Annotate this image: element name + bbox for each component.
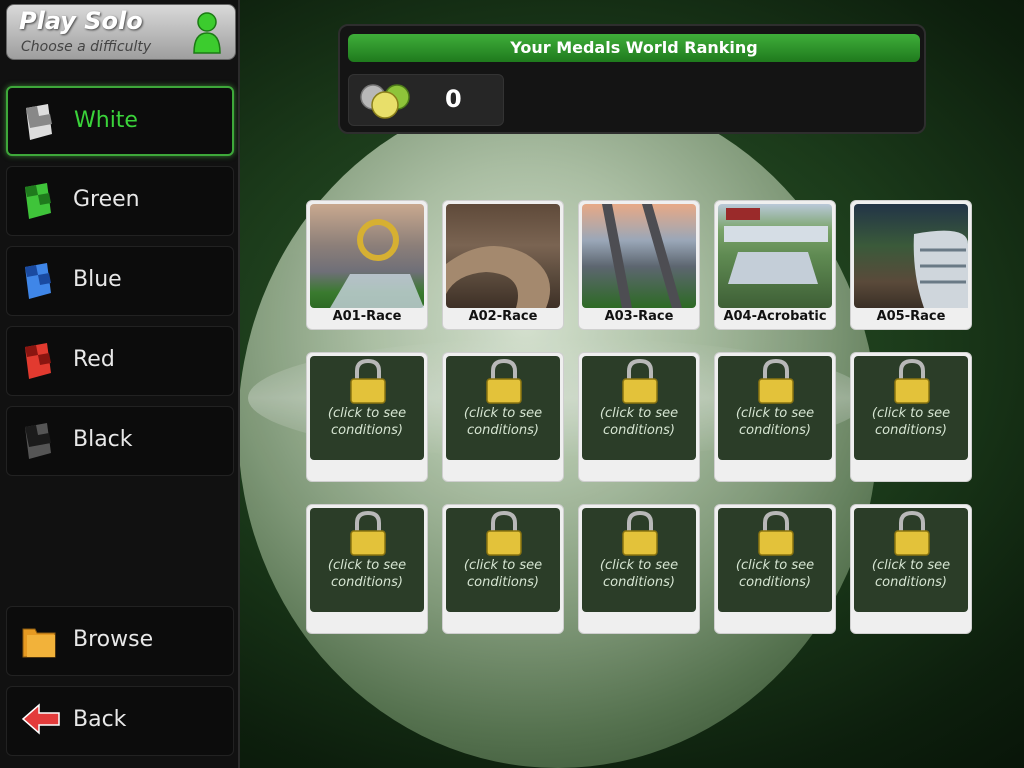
red-flag-icon [25,343,51,379]
black-flag-icon [25,423,51,459]
back-arrow-icon [21,703,60,735]
medals-icon [360,84,410,119]
padlock-icon [894,511,930,556]
padlock-icon [350,359,386,404]
green-flag-icon [25,183,51,219]
conditions-text: (click to see conditions) [599,406,679,438]
difficulty-green-label: Green [73,187,140,212]
locked-track-card[interactable]: (click to see conditions) [850,504,972,634]
padlock-icon [622,359,658,404]
white-flag-icon [26,104,52,140]
page-title: Play Solo [19,7,143,35]
track-thumbnail [718,204,832,308]
track-card[interactable]: A01-Race [306,200,428,330]
browse-button[interactable]: Browse [6,606,234,676]
padlock-icon [758,359,794,404]
track-preview-icon [602,204,682,308]
back-button[interactable]: Back [6,686,234,756]
back-label: Back [73,707,127,732]
conditions-text: (click to see conditions) [599,558,679,590]
medals-ranking-title: Your Medals World Ranking [348,34,920,62]
track-card[interactable]: A02-Race [442,200,564,330]
folder-icon [22,628,56,658]
conditions-text: (click to see conditions) [463,406,543,438]
difficulty-green-button[interactable]: Green [6,166,234,236]
locked-track-card[interactable]: (click to see conditions) [714,352,836,482]
sidebar-header: Play Solo Choose a difficulty [6,4,236,60]
locked-track-card[interactable]: (click to see conditions) [578,504,700,634]
conditions-text: (click to see conditions) [463,558,543,590]
track-card[interactable]: A03-Race [578,200,700,330]
page-subtitle: Choose a difficulty [21,39,152,55]
locked-track-card[interactable]: (click to see conditions) [578,352,700,482]
medals-count: 0 [445,85,462,113]
medals-ranking-panel[interactable]: Your Medals World Ranking 0 [338,24,926,134]
conditions-text: (click to see conditions) [327,406,407,438]
difficulty-white-label: White [74,108,138,133]
difficulty-blue-button[interactable]: Blue [6,246,234,316]
track-card[interactable]: A04-Acrobatic [714,200,836,330]
track-preview-icon [330,219,424,308]
locked-track-card[interactable]: (click to see conditions) [850,352,972,482]
conditions-text: (click to see conditions) [871,406,951,438]
conditions-text: (click to see conditions) [735,406,815,438]
padlock-icon [350,511,386,556]
track-thumbnail [310,204,424,308]
locked-track-card[interactable]: (click to see conditions) [714,504,836,634]
track-thumbnail [854,204,968,308]
blue-flag-icon [25,263,51,299]
track-preview-icon [913,230,968,308]
padlock-icon [486,359,522,404]
sidebar: Play Solo Choose a difficulty White Gree… [0,0,240,768]
padlock-icon [486,511,522,556]
track-name: A01-Race [332,309,402,324]
track-name: A02-Race [468,309,538,324]
locked-track-card[interactable]: (click to see conditions) [306,504,428,634]
track-card[interactable]: A05-Race [850,200,972,330]
locked-track-card[interactable]: (click to see conditions) [306,352,428,482]
difficulty-red-label: Red [73,347,115,372]
track-thumbnail [582,204,696,308]
padlock-icon [894,359,930,404]
difficulty-black-button[interactable]: Black [6,406,234,476]
conditions-text: (click to see conditions) [735,558,815,590]
browse-label: Browse [73,627,154,652]
player-icon [193,12,221,54]
track-name: A05-Race [876,309,946,324]
track-preview-icon [446,246,551,308]
medals-count-box: 0 [348,74,504,126]
track-name: A04-Acrobatic [723,309,827,324]
track-preview-icon [724,208,828,284]
conditions-text: (click to see conditions) [327,558,407,590]
track-name: A03-Race [604,309,674,324]
padlock-icon [758,511,794,556]
track-thumbnail [446,204,560,308]
difficulty-red-button[interactable]: Red [6,326,234,396]
difficulty-blue-label: Blue [73,267,122,292]
difficulty-white-button[interactable]: White [6,86,234,156]
difficulty-black-label: Black [73,427,133,452]
locked-track-card[interactable]: (click to see conditions) [442,504,564,634]
locked-track-card[interactable]: (click to see conditions) [442,352,564,482]
padlock-icon [622,511,658,556]
conditions-text: (click to see conditions) [871,558,951,590]
